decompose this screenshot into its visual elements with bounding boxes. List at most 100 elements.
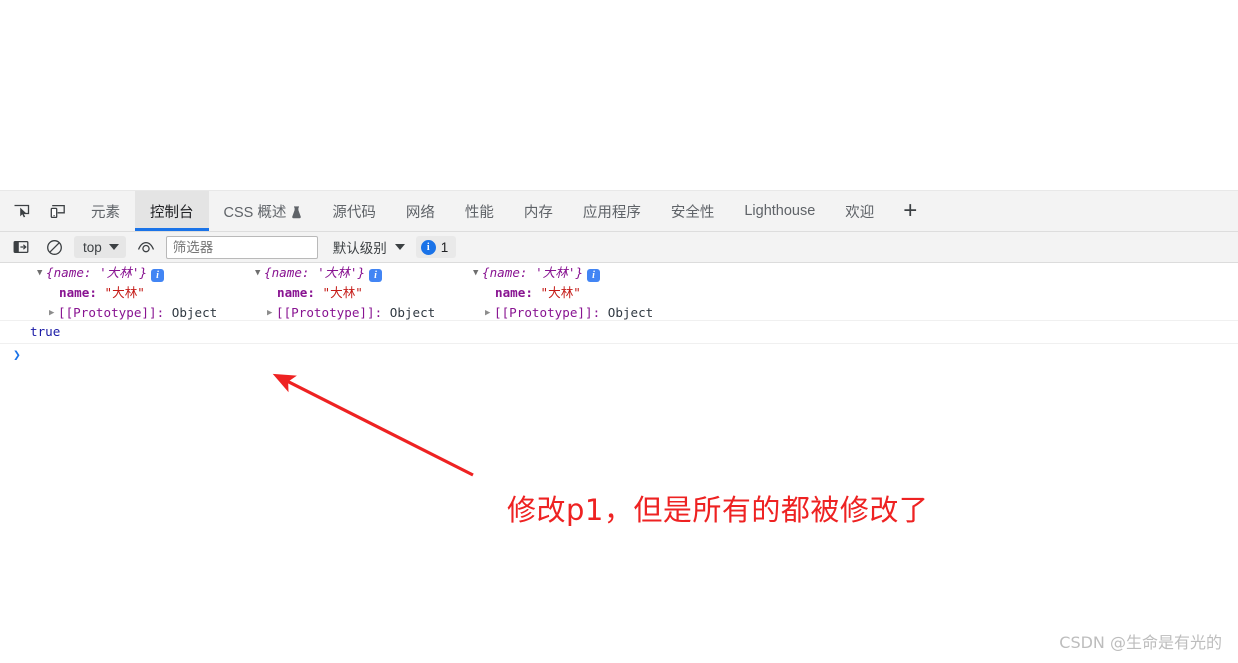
object-group: ▼ {name: '大林'} i name: "大林" ▶ [[Prototype]]… bbox=[37, 263, 217, 323]
tab-label: Lighthouse bbox=[744, 203, 816, 219]
object-prototype-line[interactable]: ▶ [[Prototype]]: Object bbox=[255, 303, 435, 323]
object-preview-key: name: bbox=[271, 265, 310, 280]
prototype-value: Object bbox=[389, 305, 436, 320]
object-brace-open: { bbox=[46, 265, 54, 280]
device-toolbar-icon[interactable] bbox=[44, 198, 70, 224]
prototype-key: [[Prototype]]: bbox=[494, 305, 601, 320]
annotation-text: 修改p1，但是所有的都被修改了 bbox=[507, 493, 929, 527]
prototype-value: Object bbox=[171, 305, 218, 320]
disclosure-triangle-closed-icon[interactable]: ▶ bbox=[267, 303, 276, 323]
object-brace-close: } bbox=[575, 265, 584, 280]
execution-context-label: top bbox=[83, 239, 102, 255]
tab-lighthouse[interactable]: Lighthouse bbox=[729, 191, 830, 231]
object-preview-line[interactable]: ▼ {name: '大林'} i bbox=[255, 263, 435, 283]
tab-label: 应用程序 bbox=[582, 204, 641, 221]
console-row-objects: ▼ {name: '大林'} i name: "大林" ▶ [[Prototype]]… bbox=[0, 263, 1238, 321]
prototype-key: [[Prototype]]: bbox=[58, 305, 165, 320]
console-toolbar: top 默认级别 i 1 bbox=[0, 232, 1238, 263]
tab-css-overview[interactable]: CSS 概述 bbox=[209, 191, 318, 231]
devtools-panel: 元素 控制台 CSS 概述 源代码 网络 性能 内存 应用程序 安全性 Ligh… bbox=[0, 190, 1238, 663]
clear-console-icon[interactable] bbox=[41, 234, 67, 260]
tab-welcome[interactable]: 欢迎 bbox=[830, 191, 889, 231]
tab-label: 源代码 bbox=[332, 204, 376, 221]
object-property-line: name: "大林" bbox=[255, 283, 435, 303]
tab-security[interactable]: 安全性 bbox=[656, 191, 730, 231]
object-preview-line[interactable]: ▼ {name: '大林'} i bbox=[473, 263, 653, 283]
tab-performance[interactable]: 性能 bbox=[450, 191, 509, 231]
log-level-selector[interactable]: 默认级别 bbox=[325, 237, 409, 257]
object-preview-value: '大林' bbox=[309, 265, 358, 280]
boolean-result: true bbox=[30, 324, 61, 339]
disclosure-triangle-open-icon[interactable]: ▼ bbox=[37, 263, 46, 283]
filter-input[interactable] bbox=[165, 235, 318, 259]
console-prompt[interactable]: ❯ bbox=[0, 344, 1238, 368]
object-prototype-line[interactable]: ▶ [[Prototype]]: Object bbox=[37, 303, 217, 323]
devtools-tool-icons bbox=[0, 191, 76, 231]
flask-glyph bbox=[292, 205, 302, 218]
property-key: name: bbox=[277, 285, 315, 300]
console-sidebar-glyph bbox=[13, 240, 29, 254]
chevron-down-icon bbox=[108, 244, 119, 250]
object-brace-close: } bbox=[139, 265, 148, 280]
property-value: "大林" bbox=[540, 285, 581, 300]
object-property-line: name: "大林" bbox=[37, 283, 217, 303]
console-message-list: ▼ {name: '大林'} i name: "大林" ▶ [[Prototype]]… bbox=[0, 263, 1238, 368]
tab-label: 性能 bbox=[464, 204, 494, 221]
log-level-label: 默认级别 bbox=[332, 241, 387, 256]
tab-label: 内存 bbox=[523, 204, 553, 221]
object-preview-key: name: bbox=[489, 265, 528, 280]
console-row-boolean: true bbox=[0, 321, 1238, 344]
disclosure-triangle-closed-icon[interactable]: ▶ bbox=[485, 303, 494, 323]
tab-network[interactable]: 网络 bbox=[391, 191, 450, 231]
console-sidebar-icon[interactable] bbox=[8, 234, 34, 260]
devtools-tabs: 元素 控制台 CSS 概述 源代码 网络 性能 内存 应用程序 安全性 Ligh… bbox=[76, 191, 1238, 231]
object-property-line: name: "大林" bbox=[473, 283, 653, 303]
info-icon[interactable]: i bbox=[587, 269, 601, 282]
disclosure-triangle-closed-icon[interactable]: ▶ bbox=[49, 303, 58, 323]
live-expression-glyph bbox=[137, 241, 154, 253]
property-value: "大林" bbox=[104, 285, 145, 300]
prompt-caret-icon: ❯ bbox=[13, 348, 21, 363]
disclosure-triangle-open-icon[interactable]: ▼ bbox=[255, 263, 264, 283]
info-icon[interactable]: i bbox=[369, 269, 383, 282]
info-count-label: 1 bbox=[440, 239, 449, 255]
object-group: ▼ {name: '大林'} i name: "大林" ▶ [[Prototype]]… bbox=[255, 263, 435, 323]
disclosure-triangle-open-icon[interactable]: ▼ bbox=[473, 263, 482, 283]
object-brace-open: { bbox=[482, 265, 490, 280]
tab-label: 欢迎 bbox=[845, 204, 875, 221]
object-preview-value: '大林' bbox=[91, 265, 140, 280]
tab-application[interactable]: 应用程序 bbox=[568, 191, 656, 231]
prototype-value: Object bbox=[607, 305, 654, 320]
execution-context-selector[interactable]: top bbox=[74, 236, 126, 258]
info-bubble-icon: i bbox=[420, 239, 436, 255]
add-tab-button[interactable]: + bbox=[889, 191, 929, 231]
object-preview-key: name: bbox=[53, 265, 92, 280]
device-toolbar-glyph bbox=[50, 204, 65, 218]
object-prototype-line[interactable]: ▶ [[Prototype]]: Object bbox=[473, 303, 653, 323]
tab-sources[interactable]: 源代码 bbox=[317, 191, 391, 231]
inspect-element-icon[interactable] bbox=[8, 198, 34, 224]
inspect-element-glyph bbox=[14, 204, 29, 217]
tab-label: 控制台 bbox=[150, 204, 194, 221]
page-viewport bbox=[0, 0, 1238, 190]
object-preview-line[interactable]: ▼ {name: '大林'} i bbox=[37, 263, 217, 283]
info-icon[interactable]: i bbox=[151, 269, 165, 282]
chevron-down-icon bbox=[394, 244, 405, 250]
plus-icon: + bbox=[903, 197, 918, 224]
tab-elements[interactable]: 元素 bbox=[76, 191, 135, 231]
tab-label: CSS 概述 bbox=[223, 204, 287, 221]
info-count-badge[interactable]: i 1 bbox=[415, 236, 457, 258]
tab-memory[interactable]: 内存 bbox=[509, 191, 568, 231]
watermark: CSDN @生命是有光的 bbox=[1059, 633, 1222, 652]
tab-label: 安全性 bbox=[670, 204, 715, 221]
devtools-tabstrip: 元素 控制台 CSS 概述 源代码 网络 性能 内存 应用程序 安全性 Ligh… bbox=[0, 191, 1238, 232]
property-value: "大林" bbox=[322, 285, 363, 300]
tab-label: 元素 bbox=[91, 204, 120, 221]
object-preview-value: '大林' bbox=[527, 265, 576, 280]
screenshot-root: 元素 控制台 CSS 概述 源代码 网络 性能 内存 应用程序 安全性 Ligh… bbox=[0, 0, 1238, 663]
clear-console-glyph bbox=[46, 239, 62, 255]
tab-console[interactable]: 控制台 bbox=[135, 191, 209, 231]
tab-label: 网络 bbox=[405, 204, 435, 221]
object-brace-close: } bbox=[357, 265, 366, 280]
eye-icon[interactable] bbox=[133, 234, 159, 260]
